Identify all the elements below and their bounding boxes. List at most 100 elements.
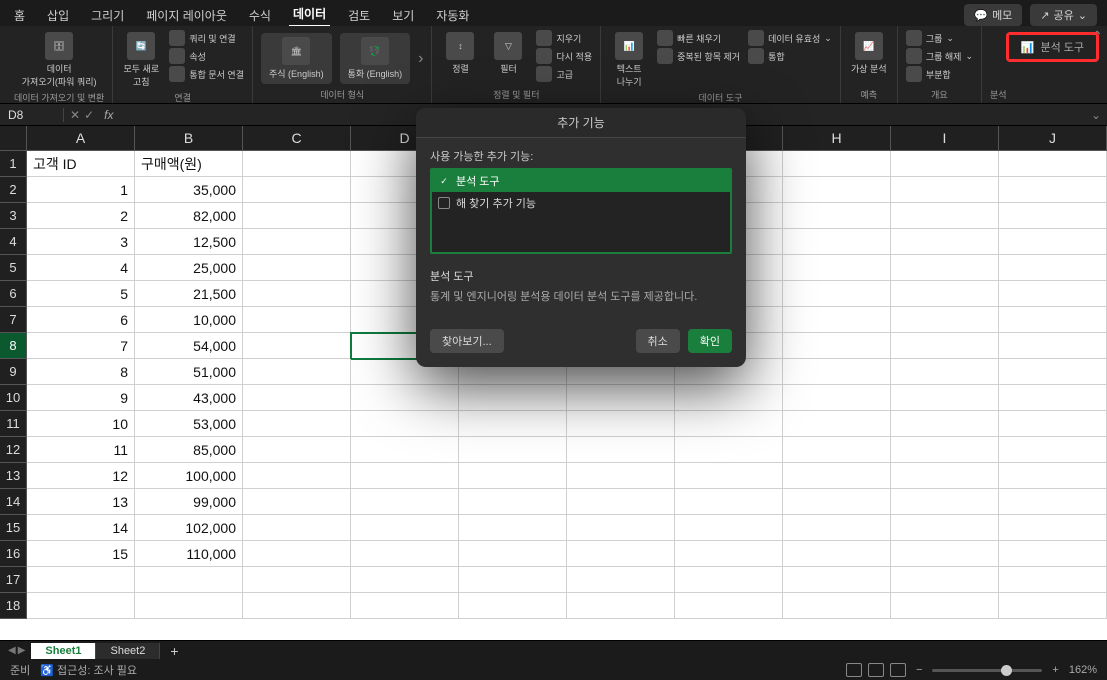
cell[interactable]: [675, 593, 783, 619]
cell[interactable]: [891, 229, 999, 255]
cell[interactable]: [783, 359, 891, 385]
cell[interactable]: [783, 489, 891, 515]
group-rows[interactable]: 그룹 ⌄: [906, 30, 973, 46]
cell[interactable]: [351, 541, 459, 567]
cell[interactable]: [459, 541, 567, 567]
row-header[interactable]: 11: [0, 411, 27, 437]
cell[interactable]: [567, 541, 675, 567]
cell[interactable]: 12,500: [135, 229, 243, 255]
properties[interactable]: 속성: [169, 48, 244, 64]
cell[interactable]: [567, 489, 675, 515]
normal-view-icon[interactable]: [846, 663, 862, 677]
cell[interactable]: [459, 489, 567, 515]
data-validation[interactable]: 데이터 유효성 ⌄: [748, 30, 832, 46]
cell[interactable]: [351, 411, 459, 437]
memo-button[interactable]: 💬 메모: [964, 4, 1022, 26]
cell[interactable]: [567, 385, 675, 411]
cell[interactable]: [27, 567, 135, 593]
cell[interactable]: 82,000: [135, 203, 243, 229]
row-header[interactable]: 17: [0, 567, 27, 593]
sheet-nav-right-icon[interactable]: ▶: [18, 645, 26, 656]
cell[interactable]: [999, 489, 1107, 515]
cell[interactable]: 3: [27, 229, 135, 255]
cell[interactable]: [675, 567, 783, 593]
cell[interactable]: [891, 437, 999, 463]
cell[interactable]: [999, 307, 1107, 333]
cell[interactable]: [351, 567, 459, 593]
cell[interactable]: [783, 177, 891, 203]
cell[interactable]: 85,000: [135, 437, 243, 463]
cancel-formula-icon[interactable]: ✕: [70, 108, 80, 122]
cell[interactable]: 21,500: [135, 281, 243, 307]
cell[interactable]: [891, 489, 999, 515]
text-to-columns[interactable]: 📊텍스트 나누기: [609, 30, 649, 90]
zoom-slider[interactable]: [932, 669, 1042, 672]
addin-item-solver[interactable]: 해 찾기 추가 기능: [432, 192, 730, 214]
cell[interactable]: [459, 463, 567, 489]
cell[interactable]: [999, 385, 1107, 411]
cell[interactable]: [783, 151, 891, 177]
cell[interactable]: [891, 333, 999, 359]
cell[interactable]: [999, 177, 1107, 203]
cell[interactable]: [999, 333, 1107, 359]
cell[interactable]: 13: [27, 489, 135, 515]
cell[interactable]: [891, 593, 999, 619]
cell[interactable]: [459, 593, 567, 619]
cell[interactable]: [675, 541, 783, 567]
subtotal[interactable]: 부분합: [906, 66, 973, 82]
cell[interactable]: [891, 515, 999, 541]
cell[interactable]: [999, 593, 1107, 619]
cell[interactable]: [351, 437, 459, 463]
row-header[interactable]: 1: [0, 151, 27, 177]
cell[interactable]: [999, 359, 1107, 385]
zoom-in-button[interactable]: +: [1052, 664, 1058, 676]
cell[interactable]: [891, 255, 999, 281]
cell[interactable]: [243, 359, 351, 385]
row-header[interactable]: 6: [0, 281, 27, 307]
row-header[interactable]: 14: [0, 489, 27, 515]
row-header[interactable]: 15: [0, 515, 27, 541]
cell[interactable]: [243, 151, 351, 177]
cell[interactable]: [351, 593, 459, 619]
stocks-button[interactable]: 🏛 주식 (English): [261, 33, 332, 84]
row-header[interactable]: 12: [0, 437, 27, 463]
cell[interactable]: [999, 281, 1107, 307]
cell[interactable]: [567, 437, 675, 463]
cell[interactable]: 53,000: [135, 411, 243, 437]
currency-button[interactable]: 💱 통화 (English): [340, 33, 411, 84]
select-all-corner[interactable]: [0, 126, 27, 151]
cell[interactable]: [567, 567, 675, 593]
fx-label[interactable]: fx: [100, 108, 117, 122]
cell[interactable]: [999, 203, 1107, 229]
cell[interactable]: [891, 463, 999, 489]
cell[interactable]: [567, 593, 675, 619]
cell[interactable]: [135, 593, 243, 619]
cell[interactable]: [243, 281, 351, 307]
cell[interactable]: [459, 567, 567, 593]
cell[interactable]: [783, 203, 891, 229]
cell[interactable]: 14: [27, 515, 135, 541]
cell[interactable]: 1: [27, 177, 135, 203]
ok-button[interactable]: 확인: [688, 329, 732, 353]
cell[interactable]: [783, 515, 891, 541]
row-header[interactable]: 18: [0, 593, 27, 619]
column-header[interactable]: J: [999, 126, 1107, 151]
column-header[interactable]: B: [135, 126, 243, 151]
zoom-out-button[interactable]: −: [916, 664, 922, 676]
cell[interactable]: [567, 515, 675, 541]
chevron-right-icon[interactable]: ›: [418, 50, 423, 68]
cell[interactable]: 51,000: [135, 359, 243, 385]
cell[interactable]: 9: [27, 385, 135, 411]
page-break-view-icon[interactable]: [890, 663, 906, 677]
cell[interactable]: [999, 567, 1107, 593]
column-header[interactable]: I: [891, 126, 999, 151]
row-header[interactable]: 9: [0, 359, 27, 385]
cell[interactable]: [675, 437, 783, 463]
cell[interactable]: [243, 255, 351, 281]
cell[interactable]: [999, 255, 1107, 281]
row-header[interactable]: 7: [0, 307, 27, 333]
cell[interactable]: 102,000: [135, 515, 243, 541]
addin-item-analysis[interactable]: ✓ 분석 도구: [432, 170, 730, 192]
consolidate[interactable]: 통합: [748, 48, 832, 64]
tab-draw[interactable]: 그리기: [87, 4, 128, 27]
